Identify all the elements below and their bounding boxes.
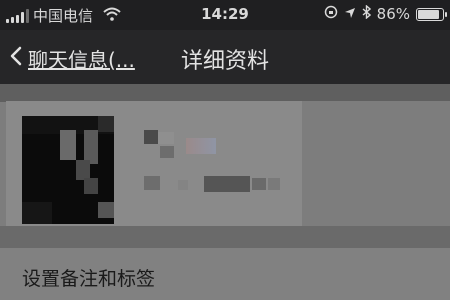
status-right: 86% — [324, 4, 447, 23]
id-blurred-2 — [178, 180, 188, 190]
id-blurred-4 — [252, 178, 266, 190]
id-blurred-5 — [268, 178, 280, 190]
page-title: 详细资料 — [180, 49, 269, 74]
nickname-blurred-3 — [160, 146, 174, 158]
rotation-lock-icon — [324, 5, 338, 23]
battery-icon — [416, 7, 447, 21]
avatar[interactable] — [22, 116, 114, 224]
section-gap — [0, 226, 450, 248]
battery-percent: 86% — [376, 5, 410, 23]
id-blurred-3 — [204, 176, 250, 192]
location-icon — [344, 5, 356, 23]
status-bar: 中国电信 14:29 86% — [0, 0, 450, 30]
nickname-blurred-2 — [158, 132, 174, 144]
set-remark-and-tags-row[interactable]: 设置备注和标签 — [0, 248, 450, 300]
nickname-blurred — [144, 130, 158, 144]
battery-fill — [418, 9, 439, 19]
set-remark-and-tags-label: 设置备注和标签 — [22, 268, 156, 290]
id-blurred-1 — [144, 176, 160, 190]
bluetooth-icon — [362, 4, 371, 23]
section-divider — [0, 84, 450, 102]
nav-bar: 聊天信息(... 详细资料 — [0, 30, 450, 84]
profile-card-edge — [302, 101, 450, 226]
gender-blurred — [186, 138, 216, 154]
